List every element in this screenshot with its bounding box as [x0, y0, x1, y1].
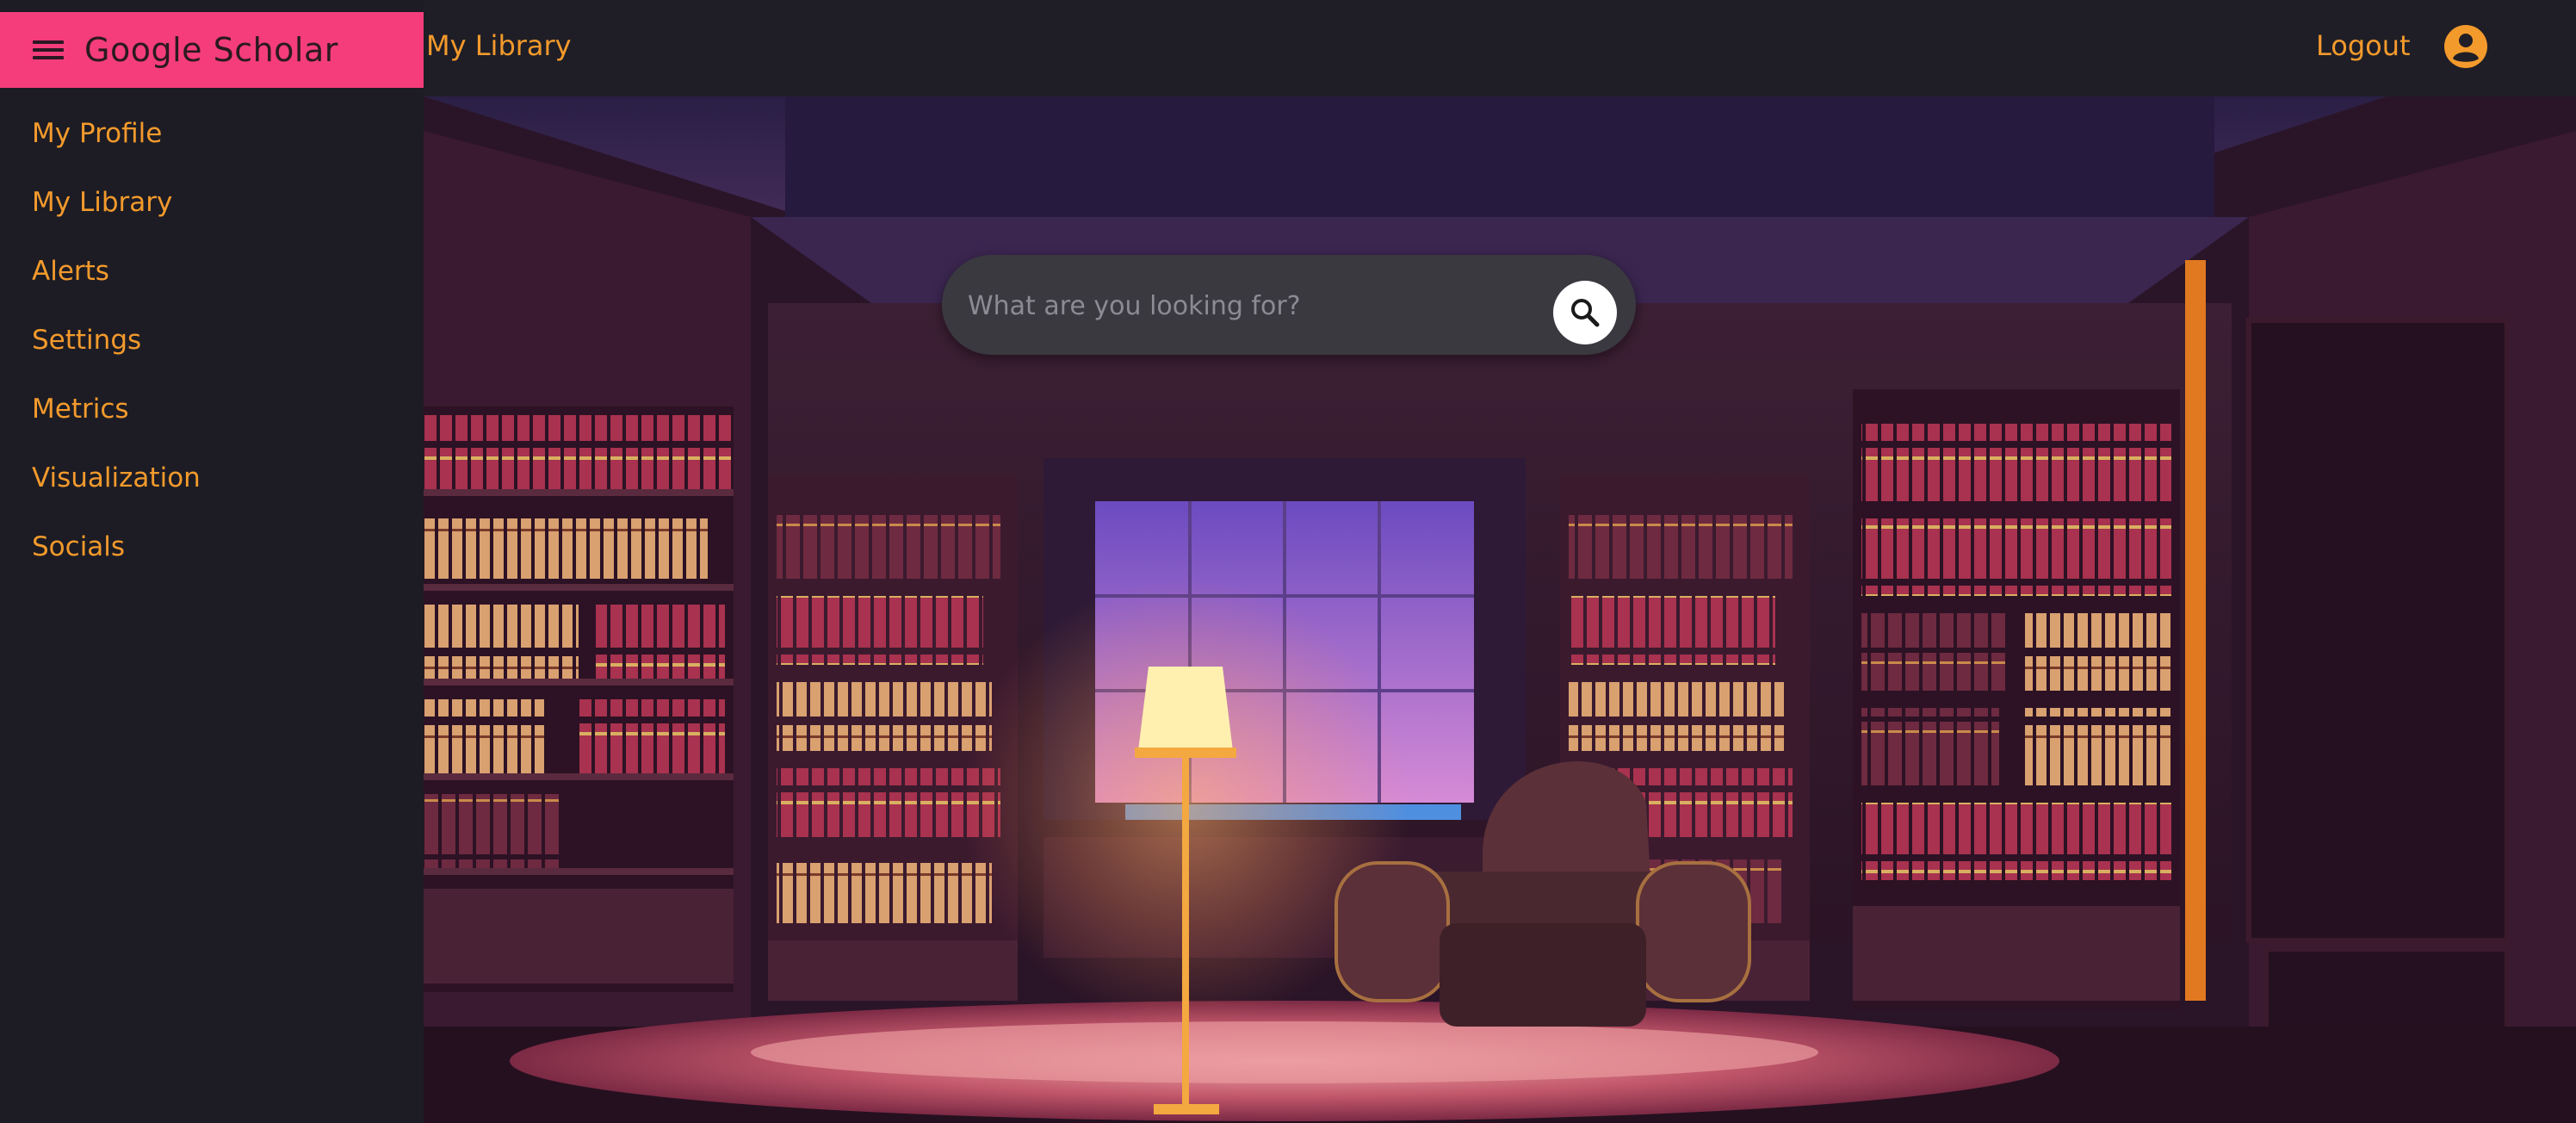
search-input[interactable] — [966, 281, 1538, 331]
search-icon — [1571, 299, 1600, 327]
sidebar: Google Scholar My Profile My Library Ale… — [0, 0, 424, 1123]
top-bar: My Library Logout — [424, 0, 2576, 96]
sidebar-item-settings[interactable]: Settings — [0, 317, 424, 386]
account-circle-icon[interactable] — [2443, 24, 2488, 69]
hamburger-menu-icon[interactable] — [33, 40, 64, 59]
search-button[interactable] — [1553, 281, 1617, 344]
search-bar — [942, 255, 1636, 355]
sidebar-item-alerts[interactable]: Alerts — [0, 248, 424, 317]
sidebar-item-metrics[interactable]: Metrics — [0, 386, 424, 455]
sidebar-item-visualization[interactable]: Visualization — [0, 455, 424, 524]
sidebar-item-my-profile[interactable]: My Profile — [0, 110, 424, 179]
library-background-illustration — [424, 96, 2576, 1123]
page-title: My Library — [426, 29, 572, 62]
app-title: Google Scholar — [84, 31, 338, 69]
sidebar-item-socials[interactable]: Socials — [0, 524, 424, 593]
sidebar-item-my-library[interactable]: My Library — [0, 179, 424, 248]
logout-button[interactable]: Logout — [2316, 29, 2411, 62]
brand-bar: Google Scholar — [0, 12, 424, 88]
sidebar-nav: My Profile My Library Alerts Settings Me… — [0, 110, 424, 593]
